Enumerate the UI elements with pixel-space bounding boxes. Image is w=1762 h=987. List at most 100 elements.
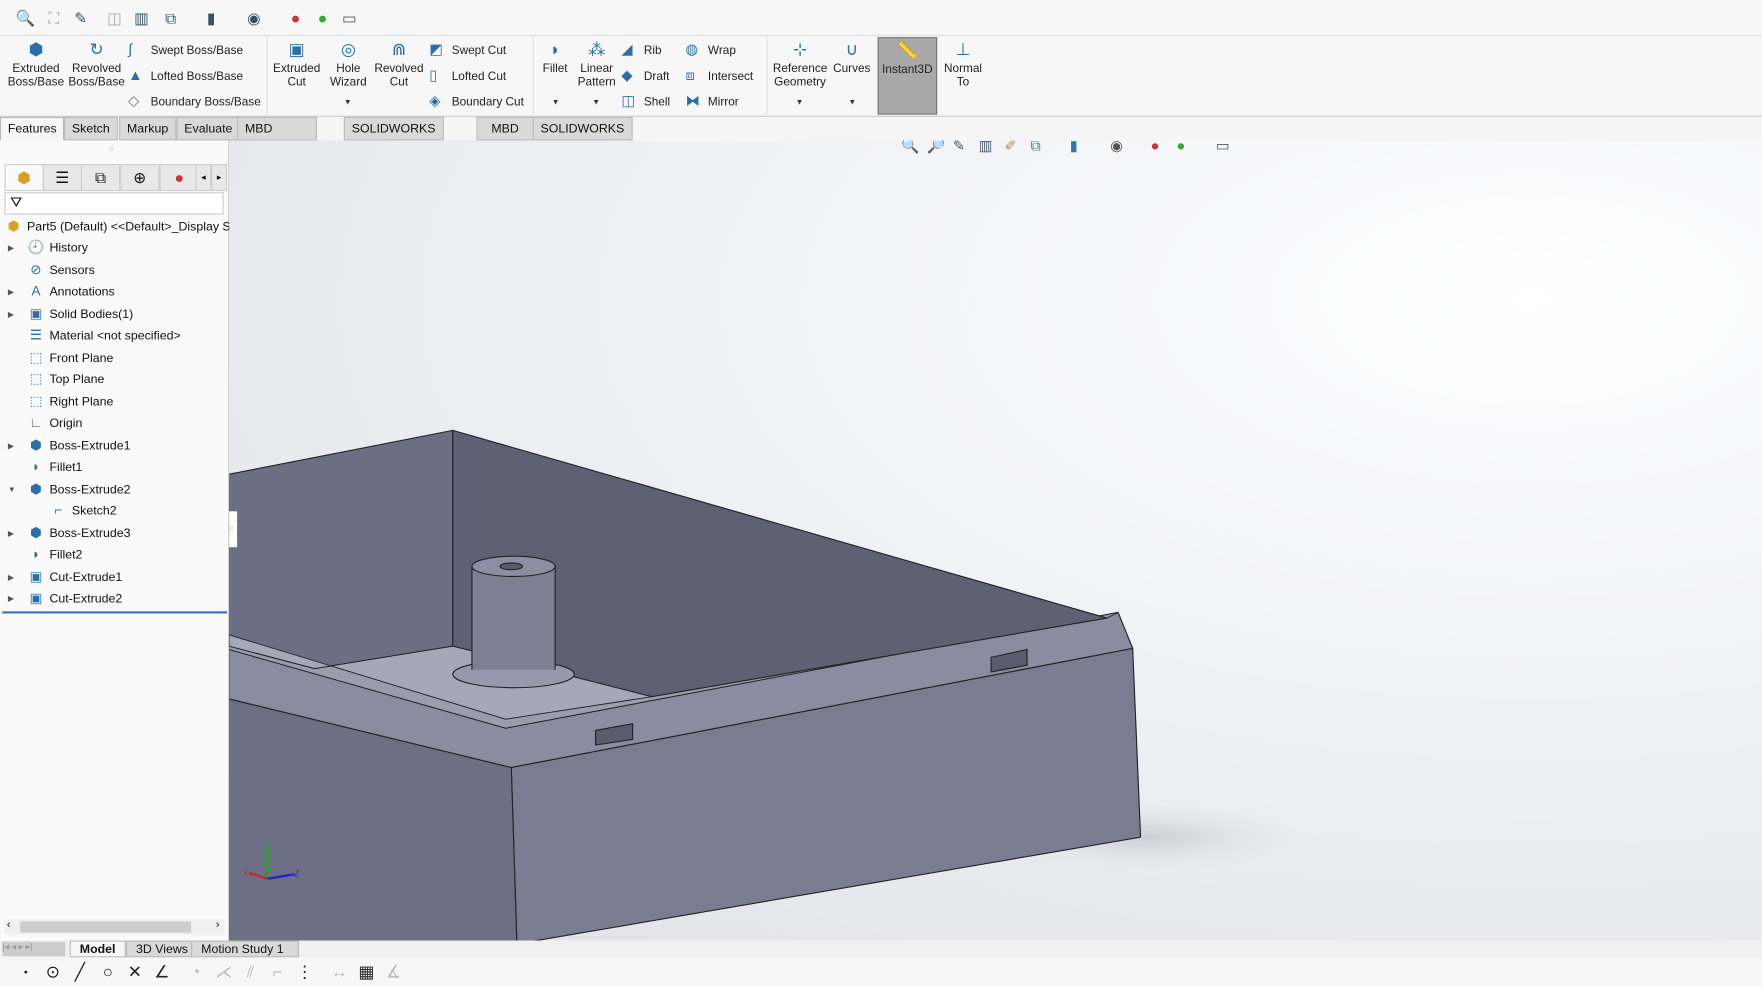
parallel-icon[interactable]: ⫽ (240, 963, 260, 983)
boundary-cut-button[interactable]: ◈ Boundary Cut (429, 93, 524, 110)
view-orientation-icon[interactable]: ⧉ (1030, 140, 1040, 155)
scroll-right-icon[interactable]: ▸ (211, 164, 227, 192)
scroll-left-icon[interactable]: ◂ (195, 164, 212, 192)
chevron-down-icon[interactable]: ▼ (344, 99, 352, 107)
point-icon[interactable]: ● (16, 963, 36, 983)
zoom-to-fit-icon[interactable]: 🔍 (901, 140, 919, 155)
zoom-to-fit-icon[interactable]: 🔍 (16, 9, 36, 27)
zoom-to-area-icon[interactable]: 🔎 (927, 140, 945, 155)
chevron-down-icon[interactable]: ▼ (848, 99, 856, 107)
section-view-icon[interactable]: ▥ (979, 140, 993, 155)
display-manager-tab-icon[interactable]: ● (159, 164, 199, 192)
grid-icon[interactable]: ▦ (356, 963, 376, 983)
view-orientation-icon[interactable]: ⧉ (162, 9, 180, 27)
swept-cut-button[interactable]: ◩ Swept Cut (429, 41, 506, 59)
hide-show-icon[interactable]: ◉ (245, 9, 263, 27)
tree-filter-input[interactable]: ⛛ (4, 192, 224, 215)
property-manager-tab-icon[interactable]: ☰ (42, 164, 83, 192)
tab-features[interactable]: Features (0, 116, 65, 141)
trim-icon[interactable]: ✕ (125, 963, 145, 983)
display-style-icon[interactable]: ▮ (1070, 140, 1078, 155)
mirror-button[interactable]: ⧓ Mirror (685, 93, 738, 110)
scene-icon[interactable]: ● (314, 9, 332, 27)
configuration-manager-tab-icon[interactable]: ⧉ (80, 164, 121, 192)
circle-icon[interactable]: ⊙ (43, 963, 63, 983)
tab-mbd-dimensions[interactable]: MBD Dimensions (237, 116, 318, 158)
intersect-button[interactable]: ⧈ Intersect (685, 67, 753, 84)
line-icon[interactable]: ╱ (70, 963, 90, 983)
linear-pattern-button[interactable]: ⁂ Linear Pattern (575, 40, 618, 88)
fillet-sketch-icon[interactable]: ◔ (185, 963, 205, 983)
tab-evaluate[interactable]: Evaluate (176, 116, 241, 141)
section-view-icon[interactable]: ◫ (106, 9, 124, 27)
scrollbar-thumb[interactable] (20, 921, 192, 933)
tab-navigation-arrows-icon[interactable]: |◂ ◂ ▸ ▸| (2, 941, 66, 957)
tab-solidworks-add-ins[interactable]: SOLIDWORKS Add-Ins (343, 116, 444, 158)
scroll-left-icon[interactable]: ‹ (7, 919, 11, 931)
revolved-cut-button[interactable]: ⋒ Revolved Cut (373, 40, 425, 88)
wrap-button[interactable]: ◍ Wrap (685, 41, 735, 59)
chevron-down-icon[interactable]: ▼ (552, 99, 560, 107)
previous-view-icon[interactable]: ✎ (72, 9, 90, 27)
view-settings-icon[interactable]: ▭ (1216, 140, 1230, 155)
corner-icon[interactable]: ⌐ (267, 963, 287, 983)
appearance-icon[interactable]: ● (1151, 140, 1160, 153)
chevron-down-icon[interactable]: ▼ (592, 99, 600, 107)
instant3d-button-active[interactable]: 📏 Instant3D (877, 37, 938, 115)
tab-model[interactable]: Model (69, 940, 126, 958)
curves-button[interactable]: ∪ Curves (832, 40, 872, 75)
feature-manager-tab-icon[interactable]: ⬢ (4, 164, 44, 192)
scene-icon[interactable]: ● (1177, 140, 1186, 153)
tab-3d-views[interactable]: 3D Views (125, 940, 199, 958)
display-style-icon[interactable]: ▮ (202, 9, 220, 27)
reference-geometry-button[interactable]: ⊹ Reference Geometry (771, 40, 829, 88)
lofted-boss-button[interactable]: ▲ Lofted Boss/Base (128, 67, 243, 84)
zoom-to-area-icon[interactable]: ⛶ (45, 9, 63, 27)
view-settings-icon[interactable]: ▭ (340, 9, 358, 27)
shell-button[interactable]: ◫ Shell (621, 93, 670, 110)
scroll-right-icon[interactable]: › (216, 919, 220, 931)
tab-solidworks-inspection[interactable]: SOLIDWORKS Inspection (532, 116, 633, 158)
tab-mbd[interactable]: MBD (476, 116, 534, 141)
hide-show-icon[interactable]: ◉ (1110, 140, 1123, 155)
smart-dimension-icon[interactable]: ⋮ (294, 963, 314, 983)
rollback-bar[interactable] (2, 611, 227, 614)
panel-grip-icon[interactable]: ○ (109, 144, 114, 154)
horizontal-dimension-icon[interactable]: ↔ (329, 963, 349, 983)
previous-view-icon[interactable]: ✎ (953, 140, 965, 155)
expand-arrow-icon[interactable]: ▶ (8, 523, 14, 544)
panel-collapse-handle[interactable]: ○ (229, 511, 238, 548)
expand-arrow-icon[interactable]: ▶ (8, 589, 14, 610)
offset-icon[interactable]: ⋌ (214, 963, 234, 983)
lofted-cut-button[interactable]: ▯ Lofted Cut (429, 67, 506, 84)
extruded-boss-button[interactable]: ⬢ Extruded Boss/Base (7, 40, 65, 88)
angle-icon[interactable]: ∡ (383, 963, 403, 983)
graphics-area[interactable]: Y Z X 🔍 🔎 ✎ ▥ ✐ ⧉ ▮ ◉ ● ● ▭ (229, 140, 1762, 941)
dynamic-annotation-icon[interactable]: ✐ (1005, 140, 1017, 155)
dynamic-annotation-icon[interactable]: ▥ (133, 9, 151, 27)
rib-button[interactable]: ◢ Rib (621, 41, 661, 59)
appearance-icon[interactable]: ● (287, 9, 305, 27)
revolved-boss-button[interactable]: ↻ Revolved Boss/Base (67, 40, 125, 88)
tab-motion-study-1[interactable]: Motion Study 1 (191, 940, 299, 958)
dimxpert-tab-icon[interactable]: ⊕ (120, 164, 160, 192)
expand-arrow-icon[interactable]: ▶ (8, 304, 14, 325)
normal-to-button[interactable]: ⊥ Normal To (942, 40, 985, 88)
expand-arrow-icon[interactable]: ▶ (8, 435, 14, 456)
draft-button[interactable]: ◆ Draft (621, 67, 669, 84)
centerline-icon[interactable]: ∠ (152, 963, 172, 983)
expand-arrow-icon[interactable]: ▶ (8, 567, 14, 588)
boundary-boss-button[interactable]: ◇ Boundary Boss/Base (128, 93, 261, 110)
hole-wizard-button[interactable]: ◎ Hole Wizard (325, 40, 372, 88)
tab-sketch[interactable]: Sketch (64, 116, 118, 141)
panel-horizontal-scrollbar[interactable]: ‹ › (4, 919, 225, 935)
extruded-cut-button[interactable]: ▣ Extruded Cut (271, 40, 323, 88)
collapse-arrow-icon[interactable]: ▼ (8, 479, 16, 500)
fillet-button[interactable]: ◗ Fillet (537, 40, 573, 75)
tab-markup[interactable]: Markup (119, 116, 177, 141)
chevron-down-icon[interactable]: ▼ (796, 99, 804, 107)
expand-arrow-icon[interactable]: ▶ (8, 282, 14, 303)
polygon-icon[interactable]: ○ (98, 963, 118, 983)
swept-boss-button[interactable]: ∫ Swept Boss/Base (128, 41, 243, 59)
expand-arrow-icon[interactable]: ▶ (8, 238, 14, 259)
